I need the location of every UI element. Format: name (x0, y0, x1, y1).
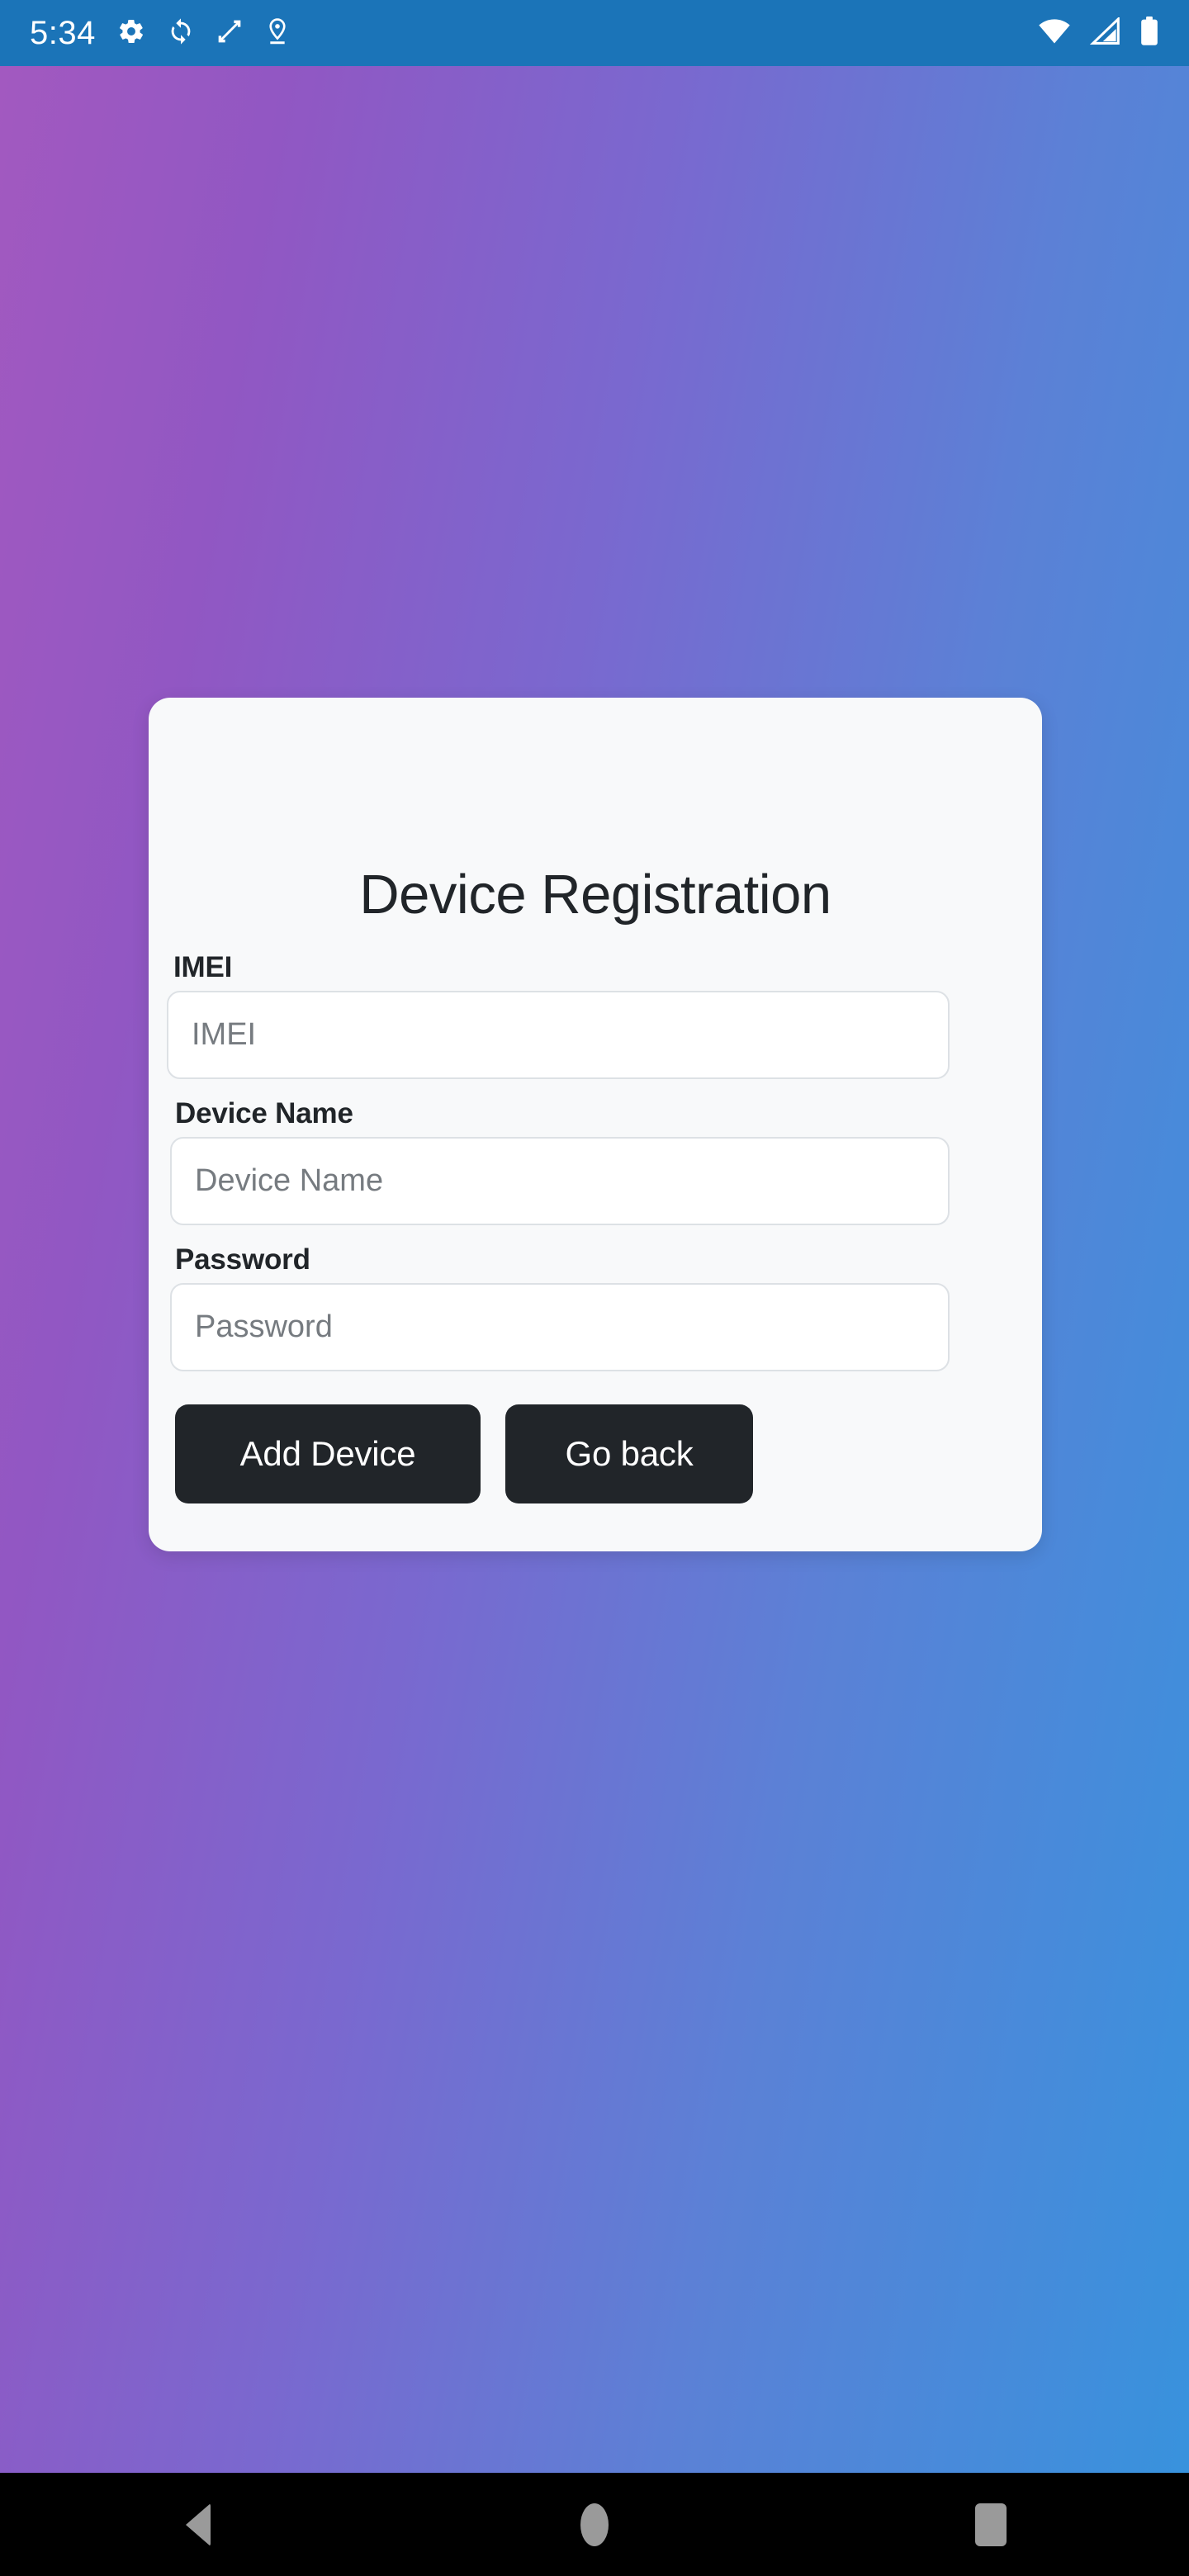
device-name-input[interactable] (170, 1137, 950, 1225)
wifi-icon (1037, 17, 1072, 50)
status-bar-left: 5:34 (30, 17, 291, 50)
gear-icon (117, 17, 145, 50)
nav-back-button[interactable] (0, 2473, 396, 2576)
field-group-imei: IMEI (167, 933, 1021, 1079)
cellular-signal-icon (1089, 15, 1121, 50)
device-registration-card: Device Registration IMEI Device Name Pas… (149, 698, 1042, 1551)
square-icon (975, 2503, 1007, 2546)
sync-icon (167, 17, 195, 50)
page-title: Device Registration (359, 864, 831, 926)
field-group-password: Password (170, 1225, 1021, 1371)
field-group-device-name: Device Name (170, 1079, 1021, 1225)
battery-icon (1139, 16, 1159, 50)
status-bar: 5:34 (0, 0, 1189, 66)
screen-rotate-icon (216, 17, 243, 50)
imei-label: IMEI (173, 951, 233, 983)
nav-recents-button[interactable] (793, 2473, 1189, 2576)
status-bar-clock: 5:34 (30, 15, 96, 51)
password-input[interactable] (170, 1283, 950, 1371)
circle-icon (580, 2503, 609, 2546)
android-navigation-bar (0, 2473, 1189, 2576)
location-pin-icon (264, 17, 291, 50)
add-device-button[interactable]: Add Device (175, 1404, 481, 1503)
card-actions: Add Device Go back (170, 1371, 1021, 1503)
device-name-label: Device Name (175, 1097, 353, 1129)
go-back-button[interactable]: Go back (505, 1404, 753, 1503)
triangle-left-icon (186, 2503, 211, 2546)
password-label: Password (175, 1243, 310, 1276)
imei-input[interactable] (167, 991, 950, 1079)
nav-home-button[interactable] (396, 2473, 793, 2576)
status-bar-right (1037, 15, 1159, 50)
phone-screen: 5:34 Device Registration IMEI IMEI Devic… (0, 0, 1189, 2576)
